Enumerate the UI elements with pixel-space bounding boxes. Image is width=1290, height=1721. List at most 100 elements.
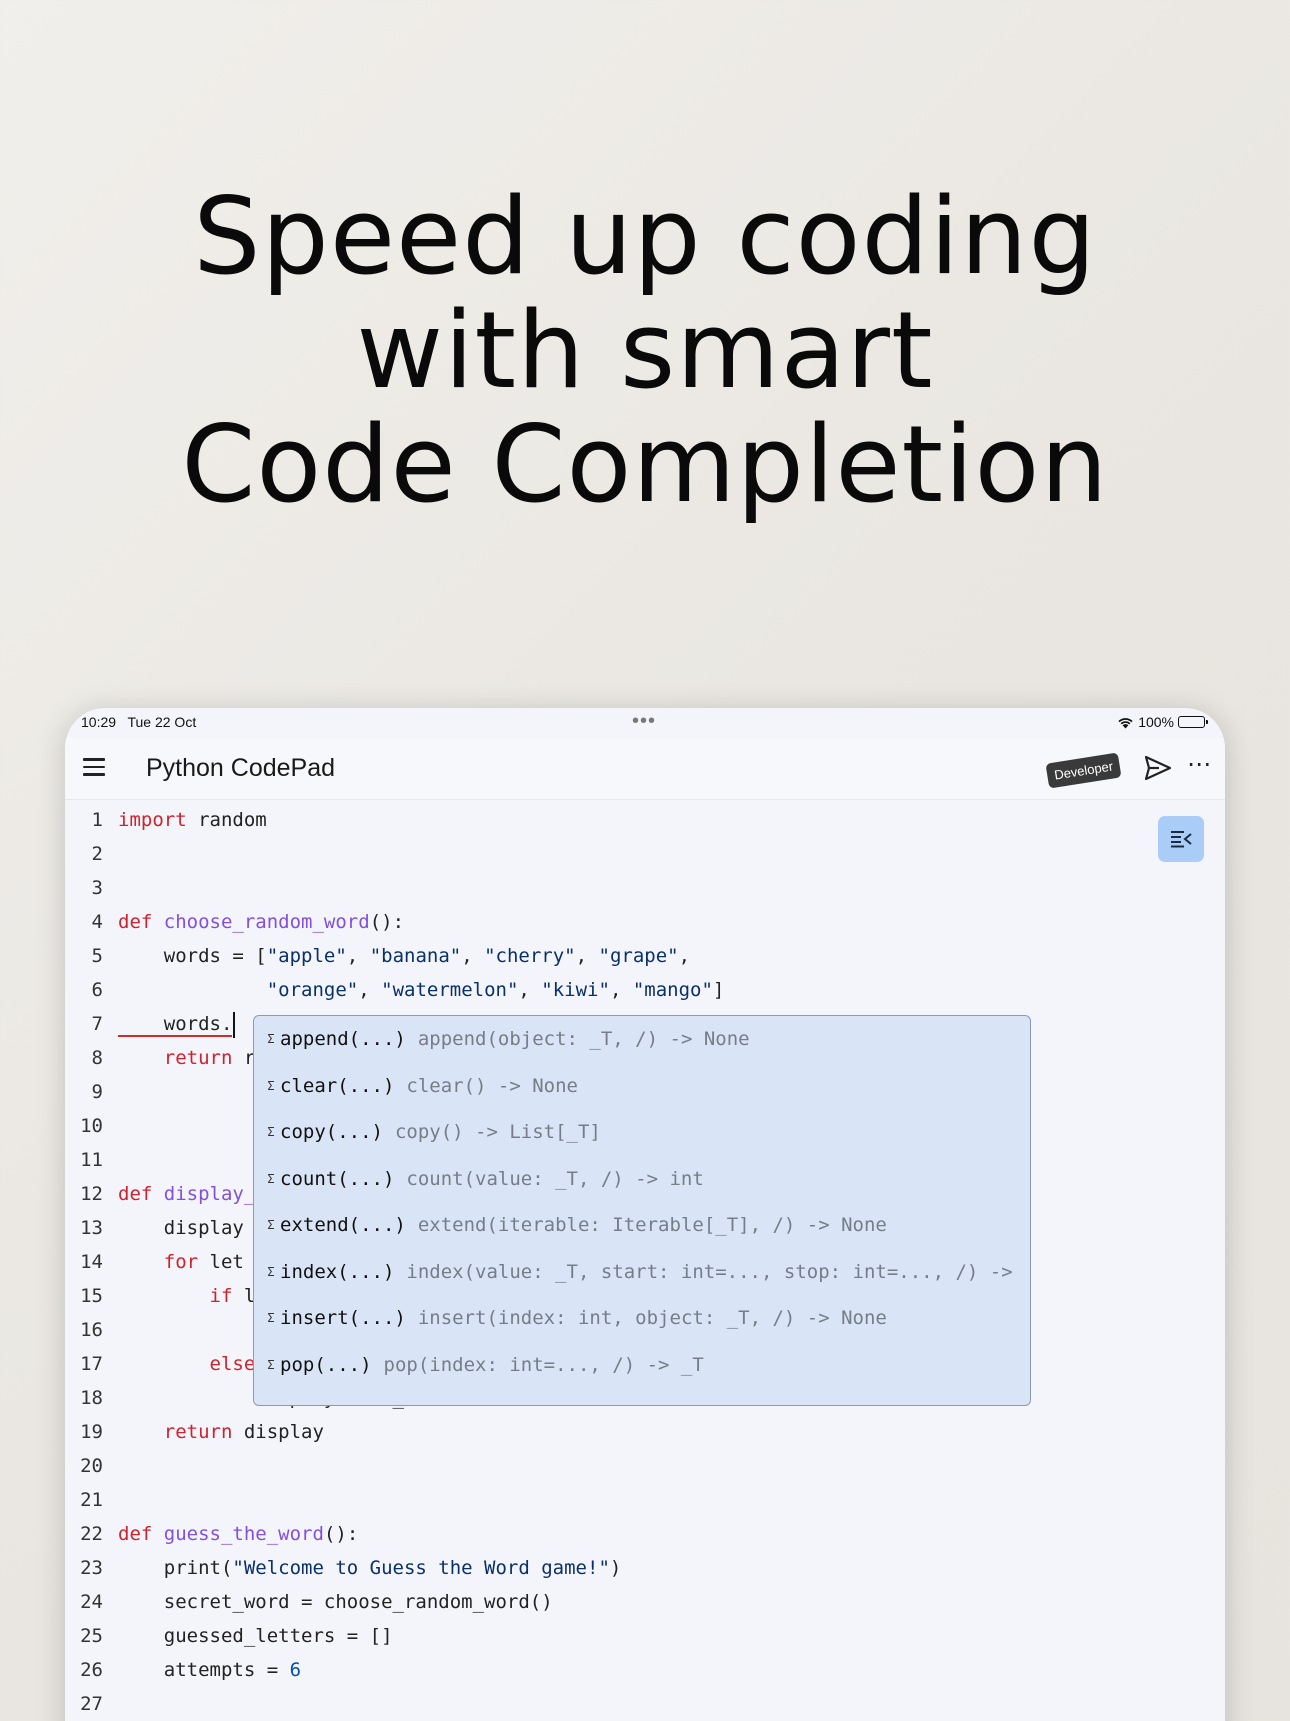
code-token: "grape" — [598, 945, 679, 967]
line-code[interactable]: for let — [118, 1245, 244, 1279]
code-token: return — [163, 1421, 233, 1443]
completion-item[interactable]: Σcount(...) count(value: _T, /) -> int — [254, 1156, 1030, 1203]
outline-toggle-button[interactable] — [1158, 816, 1204, 862]
line-number: 5 — [91, 945, 103, 967]
more-options-icon[interactable]: ⋯ — [1187, 750, 1212, 778]
code-token: l — [232, 1285, 256, 1307]
code-line[interactable]: 22 def guess_the_word(): — [65, 1517, 1225, 1551]
code-line[interactable]: 3 — [65, 871, 1225, 905]
line-code[interactable]: import random — [118, 803, 267, 837]
code-line[interactable]: 2 — [65, 837, 1225, 871]
completion-item[interactable]: Σappend(...) append(object: _T, /) -> Non… — [254, 1016, 1030, 1063]
completion-item[interactable]: Σcopy(...) copy() -> List[_T] — [254, 1109, 1030, 1156]
completion-item-name: insert(...) — [280, 1307, 406, 1330]
line-number: 9 — [91, 1081, 103, 1103]
line-number: 19 — [80, 1421, 103, 1443]
code-token: , — [678, 945, 691, 967]
status-bar: 10:29 Tue 22 Oct ••• 100% — [65, 708, 1225, 738]
line-number: 13 — [80, 1217, 103, 1239]
completion-item-name: count(...) — [280, 1167, 395, 1190]
completion-item[interactable]: Σpop(...) pop(index: int=..., /) -> _T — [254, 1342, 1030, 1389]
line-number: 4 — [91, 911, 103, 933]
method-icon: Σ — [267, 1171, 275, 1186]
multitasking-dots-icon[interactable]: ••• — [632, 710, 656, 733]
line-code[interactable]: else — [118, 1347, 256, 1381]
send-icon[interactable] — [1144, 755, 1172, 784]
code-token: "banana" — [369, 945, 462, 967]
code-line[interactable]: 26 attempts = 6 — [65, 1653, 1225, 1687]
line-number: 18 — [80, 1387, 103, 1409]
code-token: def — [118, 1183, 153, 1205]
code-token: (): — [323, 1523, 359, 1545]
completion-item-signature: copy() -> List[_T] — [394, 1121, 601, 1144]
method-icon: Σ — [267, 1032, 275, 1047]
code-line[interactable]: 25 guessed_letters = [] — [65, 1619, 1225, 1653]
line-number: 11 — [80, 1149, 103, 1171]
hamburger-menu-icon[interactable] — [83, 758, 105, 776]
completion-item[interactable]: Σextend(...) extend(iterable: Iterable[_T… — [254, 1202, 1030, 1249]
line-code[interactable]: def choose_random_word(): — [118, 905, 404, 939]
code-line[interactable]: 4 def choose_random_word(): — [65, 905, 1225, 939]
completion-item-name: index(...) — [280, 1260, 395, 1283]
battery-percent: 100% — [1138, 714, 1174, 730]
status-indicators: 100% — [1117, 714, 1208, 730]
code-line[interactable]: 5 words = ["apple", "banana", "cherry", … — [65, 939, 1225, 973]
code-line[interactable]: 20 — [65, 1449, 1225, 1483]
line-code[interactable]: guessed_letters = [] — [118, 1619, 393, 1653]
line-code[interactable]: secret_word = choose_random_word() — [118, 1585, 553, 1619]
line-number: 15 — [80, 1285, 103, 1307]
code-token: import — [118, 809, 187, 831]
status-date: Tue 22 Oct — [127, 714, 197, 730]
line-code[interactable]: words = ["apple", "banana", "cherry", "g… — [118, 939, 690, 973]
headline-line-1: Speed up coding — [193, 175, 1097, 298]
code-line[interactable]: 23 print("Welcome to Guess the Word game… — [65, 1551, 1225, 1585]
line-code[interactable]: "orange", "watermelon", "kiwi", "mango"] — [118, 973, 725, 1007]
completion-item-signature: count(value: _T, /) -> int — [406, 1167, 704, 1190]
code-line[interactable]: 6 "orange", "watermelon", "kiwi", "mango… — [65, 973, 1225, 1007]
line-code[interactable]: display — [118, 1211, 244, 1245]
line-code[interactable]: def guess_the_word(): — [118, 1517, 358, 1551]
line-code[interactable]: return display — [118, 1415, 324, 1449]
line-code[interactable]: return r — [118, 1041, 256, 1075]
code-editor[interactable]: 27 26 attempts = 6 25 guessed_letters = []… — [65, 800, 1225, 1721]
code-token: for — [163, 1251, 199, 1273]
completion-item[interactable]: Σindex(...) index(value: _T, start: int=.… — [254, 1249, 1030, 1296]
code-line[interactable]: 21 — [65, 1483, 1225, 1517]
code-line[interactable]: 27 — [65, 1687, 1225, 1721]
app-toolbar: Python CodePad Developer ⋯ — [65, 738, 1225, 800]
line-code[interactable]: if l — [118, 1279, 256, 1313]
line-number: 17 — [80, 1353, 103, 1375]
code-token: def — [118, 911, 153, 933]
completion-item[interactable]: Σclear(...) clear() -> None — [254, 1063, 1030, 1110]
completion-item-name: extend(...) — [280, 1214, 406, 1237]
status-clock: 10:29 — [81, 714, 117, 730]
outline-list-icon — [1171, 831, 1192, 848]
code-token: display_ — [163, 1183, 256, 1205]
line-code[interactable]: def display_ — [118, 1177, 255, 1211]
code-token: guessed_letters = [] — [118, 1625, 393, 1647]
completion-item-signature: clear() -> None — [406, 1074, 578, 1097]
line-number: 24 — [80, 1591, 103, 1613]
completion-item-name: clear(...) — [280, 1074, 395, 1097]
line-code[interactable]: words. — [118, 1007, 236, 1041]
code-line[interactable]: 24 secret_word = choose_random_word() — [65, 1585, 1225, 1619]
battery-icon — [1178, 716, 1208, 728]
line-code[interactable]: print("Welcome to Guess the Word game!") — [118, 1551, 622, 1585]
completion-popup[interactable]: Σappend(...) append(object: _T, /) -> Non… — [253, 1015, 1031, 1406]
code-token: let — [198, 1251, 244, 1273]
code-line[interactable]: 1 import random — [65, 803, 1225, 837]
line-code[interactable]: attempts = 6 — [118, 1653, 301, 1687]
line-number: 12 — [80, 1183, 103, 1205]
code-token: "Welcome to Guess the Word game!" — [232, 1557, 610, 1579]
code-token: "orange" — [266, 979, 359, 1001]
code-line[interactable]: 19 return display — [65, 1415, 1225, 1449]
completion-item[interactable]: Σinsert(...) insert(index: int, object: _… — [254, 1295, 1030, 1342]
code-token: , — [518, 979, 542, 1001]
code-token: if — [209, 1285, 233, 1307]
